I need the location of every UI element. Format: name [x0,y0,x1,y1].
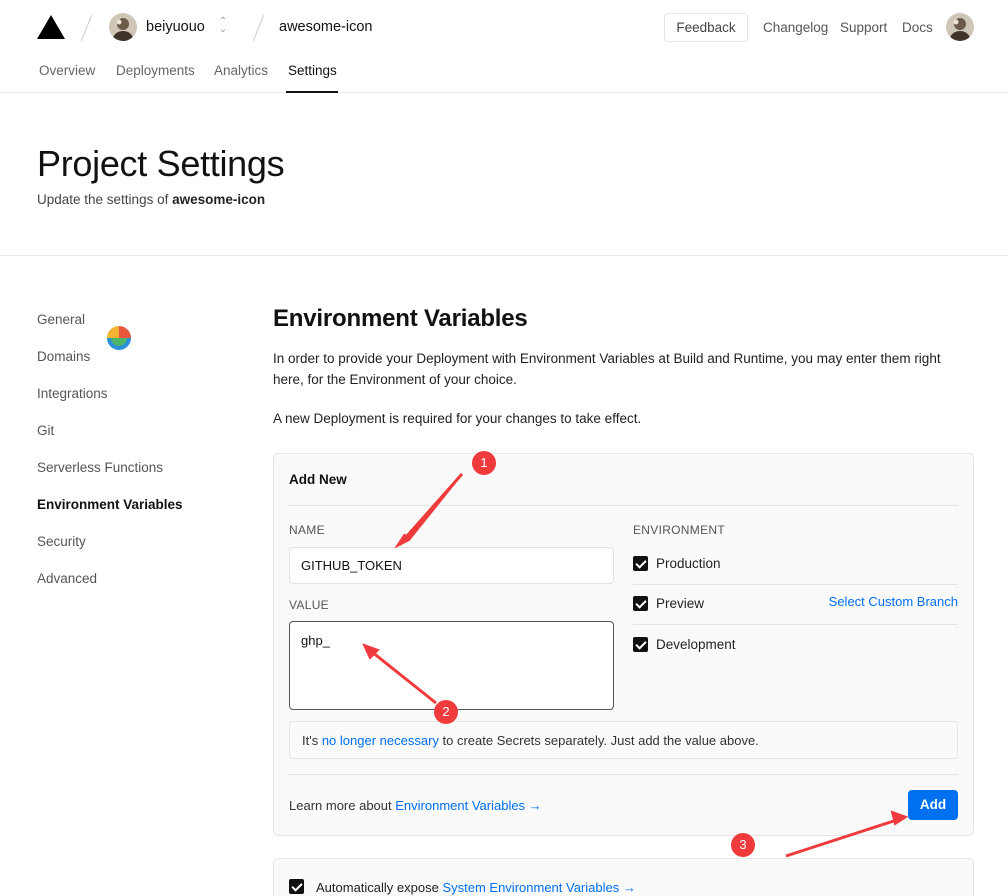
development-checkbox[interactable] [633,637,648,652]
divider [289,505,958,506]
notice-text-suffix: to create Secrets separately. Just add t… [438,733,759,748]
section-title: Environment Variables [273,305,528,332]
name-label: NAME [289,523,325,537]
chevron-up-down-icon[interactable]: ⌃ ⌄ [217,17,229,36]
production-checkbox[interactable] [633,556,648,571]
annotation-badge-1: 1 [472,451,496,475]
project-name[interactable]: awesome-icon [279,19,373,35]
preview-label[interactable]: Preview [656,596,704,611]
system-env-vars-card: Automatically expose System Environment … [273,858,974,896]
divider [289,774,958,775]
card-title: Add New [289,472,347,487]
sidebar-item-integrations[interactable]: Integrations [37,386,108,401]
expose-system-vars-label[interactable]: Automatically expose [316,880,442,895]
preview-checkbox[interactable] [633,596,648,611]
sidebar-item-environment-variables[interactable]: Environment Variables [37,497,183,512]
project-tabs: Overview Deployments Analytics Settings [0,60,600,93]
page-subtitle-text: Update the settings of [37,192,173,207]
breadcrumb-separator [80,14,93,42]
section-note: A new Deployment is required for your ch… [273,411,642,426]
expose-system-vars-checkbox[interactable] [289,879,304,894]
secrets-notice: It's no longer necessary to create Secre… [289,721,958,759]
system-environment-variables-link[interactable]: System Environment Variables → [442,880,635,895]
sidebar-item-advanced[interactable]: Advanced [37,571,97,586]
add-new-card: Add New NAME VALUE ghp_ ENVIRONMENT Prod… [273,453,974,836]
no-longer-necessary-link[interactable]: no longer necessary [322,733,439,748]
env-row-development: Development [633,626,958,666]
sidebar-item-git[interactable]: Git [37,423,54,438]
sidebar-item-security[interactable]: Security [37,534,86,549]
env-row-production: Production [633,545,958,585]
sidebar-item-domains[interactable]: Domains [37,349,90,364]
tab-overview[interactable]: Overview [39,63,95,78]
docs-link[interactable]: Docs [902,20,933,35]
user-name[interactable]: beiyuouo [146,19,205,35]
top-bar: beiyuouo ⌃ ⌄ awesome-icon Feedback Change… [0,0,1008,93]
changelog-link[interactable]: Changelog [763,20,828,35]
environment-variables-docs-link[interactable]: Environment Variables → [395,798,541,813]
expose-system-vars-text: Automatically expose System Environment … [316,880,636,895]
sidebar-item-serverless-functions[interactable]: Serverless Functions [37,460,163,475]
page-header: Project Settings Update the settings of … [0,93,1008,256]
learn-more-text: Learn more about Environment Variables → [289,798,542,813]
tab-deployments[interactable]: Deployments [116,63,195,78]
page-subtitle-project: awesome-icon [172,192,266,207]
env-row-preview: Preview Select Custom Branch [633,585,958,625]
annotation-badge-3: 3 [731,833,755,857]
select-custom-branch-link[interactable]: Select Custom Branch [829,594,958,609]
account-avatar[interactable] [946,13,974,41]
notice-text: It's [302,733,322,748]
environment-label: ENVIRONMENT [633,523,725,537]
feedback-button[interactable]: Feedback [664,13,748,42]
colorful-app-logo-icon [105,324,133,352]
page-subtitle: Update the settings of awesome-icon [37,192,265,207]
production-label[interactable]: Production [656,556,721,571]
page-title: Project Settings [37,143,285,184]
tab-analytics[interactable]: Analytics [214,63,268,78]
user-avatar[interactable] [109,13,137,41]
name-input[interactable] [289,547,614,584]
section-description: In order to provide your Deployment with… [273,351,941,387]
add-button[interactable]: Add [908,790,958,820]
tab-settings[interactable]: Settings [288,63,337,78]
development-label[interactable]: Development [656,637,736,652]
value-label: VALUE [289,598,329,612]
learn-more-prefix: Learn more about [289,798,396,813]
sidebar-item-general[interactable]: General [37,312,85,327]
breadcrumb-separator [252,14,265,42]
value-textarea[interactable]: ghp_ [289,621,614,710]
support-link[interactable]: Support [840,20,887,35]
annotation-badge-2: 2 [434,700,458,724]
vercel-logo-icon[interactable] [37,15,65,39]
